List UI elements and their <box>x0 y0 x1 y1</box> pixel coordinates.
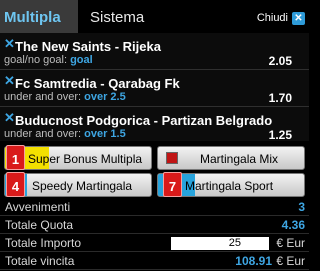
bet-market: under and over: over 2.5 <box>4 91 126 103</box>
bonus-button[interactable]: 7 Martingala Sport <box>157 172 305 197</box>
win-unit: € Eur <box>276 254 305 268</box>
win-value: 108.91 <box>235 254 272 268</box>
bonus-button[interactable]: Martingala Mix <box>157 146 305 170</box>
amount-unit: € Eur <box>276 236 305 250</box>
bonus-badge: 4 <box>6 172 25 197</box>
bet-odd: 2.05 <box>268 54 292 68</box>
summary-row-events: Avvenimenti 3 <box>0 199 309 216</box>
tab-sistema[interactable]: Sistema <box>90 0 144 33</box>
market-label: goal/no goal: <box>4 54 71 66</box>
bet-item: ✕ Buducnost Podgorica - Partizan Belgrad… <box>0 107 309 143</box>
summary-panel: Avvenimenti 3 Totale Quota 4.36 Totale I… <box>0 199 309 271</box>
selection-label: over 1.5 <box>84 128 126 140</box>
amount-label: Totale Importo <box>5 236 82 250</box>
bonus-label: Martingala Mix <box>200 152 279 166</box>
win-label: Totale vincita <box>5 254 75 268</box>
bet-market: under and over: over 1.5 <box>4 128 126 140</box>
summary-row-quota: Totale Quota 4.36 <box>0 217 309 234</box>
summary-row-win: Totale vincita 108.91 € Eur <box>0 253 309 270</box>
summary-row-amount: Totale Importo € Eur <box>0 235 309 252</box>
bet-odd: 1.25 <box>268 128 292 142</box>
bet-title: Buducnost Podgorica - Partizan Belgrado <box>15 113 273 128</box>
bet-title: The New Saints - Rijeka <box>15 39 161 54</box>
quota-label: Totale Quota <box>5 218 74 232</box>
bonus-label: Martingala Sport <box>185 179 274 193</box>
bonus-button[interactable]: 1 Super Bonus Multipla <box>4 145 152 170</box>
close-button[interactable]: Chiudi ✕ <box>257 9 305 27</box>
bonus-badge: 7 <box>163 172 182 197</box>
tab-bar: Multipla Sistema Chiudi ✕ <box>0 0 309 33</box>
bet-list: ✕ The New Saints - Rijeka goal/no goal: … <box>0 33 309 143</box>
events-value: 3 <box>298 200 305 214</box>
remove-bet-icon[interactable]: ✕ <box>4 74 15 87</box>
x-icon[interactable]: ✕ <box>292 11 305 25</box>
selection-label: over 2.5 <box>84 91 126 103</box>
bet-item: ✕ The New Saints - Rijeka goal/no goal: … <box>0 33 309 69</box>
bet-market: goal/no goal: goal <box>4 54 93 66</box>
bonus-label: Super Bonus Multipla <box>28 152 143 166</box>
bonus-badge: 1 <box>6 145 25 170</box>
tab-multipla[interactable]: Multipla <box>0 0 78 33</box>
bonus-button[interactable]: 4 Speedy Martingala <box>4 172 152 197</box>
close-label: Chiudi <box>256 12 288 24</box>
market-label: under and over: <box>4 91 85 103</box>
bet-odd: 1.70 <box>268 91 292 105</box>
market-label: under and over: <box>4 128 85 140</box>
remove-bet-icon[interactable]: ✕ <box>4 37 15 50</box>
remove-bet-icon[interactable]: ✕ <box>4 111 15 124</box>
amount-input[interactable] <box>171 237 269 250</box>
events-label: Avvenimenti <box>5 200 71 214</box>
bet-title: Fc Samtredia - Qarabag Fk <box>15 76 180 91</box>
bet-item: ✕ Fc Samtredia - Qarabag Fk under and ov… <box>0 70 309 106</box>
checkbox-icon <box>166 152 178 164</box>
bonus-label: Speedy Martingala <box>32 179 133 193</box>
quota-value: 4.36 <box>281 218 305 232</box>
selection-label: goal <box>70 54 93 66</box>
